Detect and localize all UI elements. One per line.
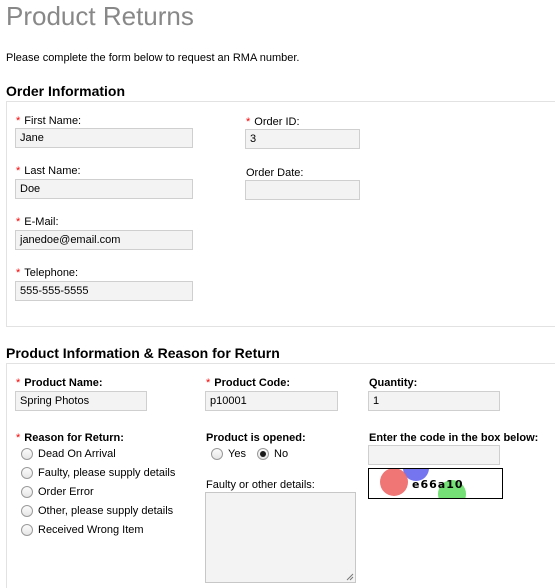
required-marker: * <box>16 267 21 279</box>
quantity-label: Quantity: <box>369 377 418 389</box>
product-code-label: * Product Code: <box>206 377 291 389</box>
order-date-input[interactable] <box>245 180 360 200</box>
required-marker: * <box>246 116 251 128</box>
captcha-label: Enter the code in the box below: <box>369 432 539 444</box>
order-id-input[interactable]: 3 <box>245 129 360 149</box>
captcha-image: e66a10 <box>368 468 503 499</box>
details-textarea[interactable] <box>205 492 356 583</box>
intro-text: Please complete the form below to reques… <box>6 52 300 64</box>
product-name-input[interactable]: Spring Photos <box>15 391 147 411</box>
first-name-label: * First Name: <box>16 115 82 127</box>
radio-button[interactable] <box>211 448 223 461</box>
required-marker: * <box>206 377 211 389</box>
radio-button-selected[interactable] <box>257 448 269 461</box>
radio-button[interactable] <box>21 486 33 499</box>
radio-button[interactable] <box>21 448 33 461</box>
reason-option-other[interactable]: Other, please supply details <box>21 505 173 518</box>
required-marker: * <box>16 165 21 177</box>
details-label: Faulty or other details: <box>206 479 315 491</box>
quantity-input[interactable]: 1 <box>368 391 500 411</box>
required-marker: * <box>16 216 21 228</box>
reason-option-dead-on-arrival[interactable]: Dead On Arrival <box>21 448 116 461</box>
last-name-input[interactable]: Doe <box>15 179 193 199</box>
product-opened-no[interactable]: No <box>257 448 288 461</box>
required-marker: * <box>16 377 21 389</box>
email-input[interactable]: janedoe@email.com <box>15 230 193 250</box>
product-opened-yes[interactable]: Yes <box>211 448 246 461</box>
radio-button[interactable] <box>21 505 33 518</box>
order-date-label: Order Date: <box>246 167 304 179</box>
radio-button[interactable] <box>21 467 33 480</box>
required-marker: * <box>16 432 21 444</box>
telephone-label: * Telephone: <box>16 267 79 279</box>
order-information-heading: Order Information <box>6 83 126 99</box>
email-label: * E-Mail: <box>16 216 59 228</box>
telephone-input[interactable]: 555-555-5555 <box>15 281 193 301</box>
captcha-code-text: e66a10 <box>412 478 464 491</box>
page-title: Product Returns <box>6 1 194 31</box>
reason-label: * Reason for Return: <box>16 432 124 444</box>
order-id-label: * Order ID: <box>246 116 300 128</box>
last-name-label: * Last Name: <box>16 165 81 177</box>
radio-button[interactable] <box>21 524 33 537</box>
required-marker: * <box>16 115 21 127</box>
resize-handle-icon[interactable] <box>346 573 354 581</box>
product-information-heading: Product Information & Reason for Return <box>6 345 280 361</box>
product-opened-label: Product is opened: <box>206 432 306 444</box>
reason-option-received-wrong-item[interactable]: Received Wrong Item <box>21 524 144 537</box>
product-name-label: * Product Name: <box>16 377 103 389</box>
reason-option-order-error[interactable]: Order Error <box>21 486 94 499</box>
reason-option-faulty[interactable]: Faulty, please supply details <box>21 467 175 480</box>
captcha-input[interactable] <box>368 445 500 465</box>
first-name-input[interactable]: Jane <box>15 128 193 148</box>
product-code-input[interactable]: p10001 <box>205 391 338 411</box>
